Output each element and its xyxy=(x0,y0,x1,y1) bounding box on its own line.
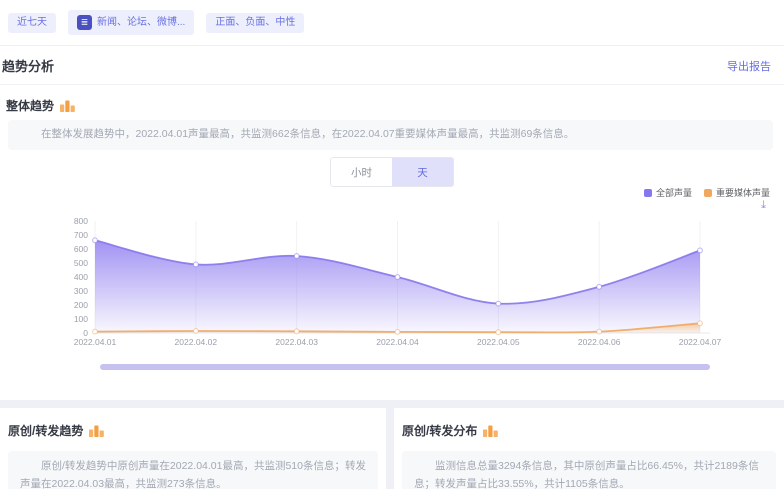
trend-panel: 趋势分析 导出报告 整体趋势 在整体发展趋势中，2022.04.01声量最高，共… xyxy=(0,47,784,400)
trend-area-chart[interactable]: 01002003004005006007008002022.04.012022.… xyxy=(0,203,784,353)
analytics-dashboard: 近七天 ≣ 新闻、论坛、微博... 正面、负面、中性 趋势分析 导出报告 整体趋… xyxy=(0,0,784,489)
original-repost-trend-card: 原创/转发趋势 原创/转发趋势中原创声量在2022.04.01最高，共监测510… xyxy=(0,408,386,489)
legend-label: 全部声量 xyxy=(656,186,692,199)
svg-text:100: 100 xyxy=(74,314,88,324)
legend-swatch-orange xyxy=(704,189,712,197)
legend-item-total-volume[interactable]: 全部声量 xyxy=(644,186,692,199)
chart-datazoom-scrollbar[interactable] xyxy=(100,364,710,370)
filter-chip-label: 近七天 xyxy=(17,18,47,28)
svg-text:2022.04.07: 2022.04.07 xyxy=(679,337,722,347)
bottom-cards-row: 原创/转发趋势 原创/转发趋势中原创声量在2022.04.01最高，共监测510… xyxy=(0,400,784,489)
card-summary: 监测信息总量3294条信息，其中原创声量占比66.45%，共计2189条信息；转… xyxy=(402,451,776,489)
svg-text:2022.04.06: 2022.04.06 xyxy=(578,337,621,347)
podium-icon xyxy=(483,424,498,437)
card-title: 原创/转发分布 xyxy=(402,422,477,439)
original-repost-distribution-card: 原创/转发分布 监测信息总量3294条信息，其中原创声量占比66.45%，共计2… xyxy=(394,408,784,489)
chart-legend: 全部声量 重要媒体声量 xyxy=(644,186,770,199)
panel-title: 趋势分析 xyxy=(2,56,54,75)
card-title: 原创/转发趋势 xyxy=(8,422,83,439)
svg-text:2022.04.04: 2022.04.04 xyxy=(376,337,419,347)
overall-trend-header: 整体趋势 xyxy=(6,97,75,114)
svg-text:500: 500 xyxy=(74,258,88,268)
legend-item-key-media-volume[interactable]: 重要媒体声量 xyxy=(704,186,770,199)
toggle-day-button[interactable]: 天 xyxy=(392,158,453,186)
podium-icon xyxy=(60,99,75,112)
svg-text:2022.04.01: 2022.04.01 xyxy=(74,337,117,347)
podium-icon xyxy=(89,424,104,437)
card-summary: 原创/转发趋势中原创声量在2022.04.01最高，共监测510条信息；转发声量… xyxy=(8,451,378,489)
svg-text:2022.04.03: 2022.04.03 xyxy=(275,337,318,347)
svg-text:400: 400 xyxy=(74,272,88,282)
card-header: 原创/转发趋势 xyxy=(8,422,378,439)
panel-header: 趋势分析 导出报告 xyxy=(0,47,784,85)
granularity-toggle: 小时 天 xyxy=(330,157,454,187)
svg-text:700: 700 xyxy=(74,230,88,240)
legend-swatch-purple xyxy=(644,189,652,197)
filter-bar: 近七天 ≣ 新闻、论坛、微博... 正面、负面、中性 xyxy=(0,0,784,46)
filter-chip-sentiment[interactable]: 正面、负面、中性 xyxy=(206,13,304,33)
svg-text:600: 600 xyxy=(74,244,88,254)
legend-label: 重要媒体声量 xyxy=(716,186,770,199)
export-report-link[interactable]: 导出报告 xyxy=(727,58,771,74)
card-header: 原创/转发分布 xyxy=(402,422,776,439)
svg-text:300: 300 xyxy=(74,286,88,296)
filter-chip-label: 新闻、论坛、微博... xyxy=(97,18,185,28)
svg-text:800: 800 xyxy=(74,216,88,226)
filter-chip-time-range[interactable]: 近七天 xyxy=(8,13,56,33)
svg-text:2022.04.02: 2022.04.02 xyxy=(175,337,218,347)
filter-chip-sources[interactable]: ≣ 新闻、论坛、微博... xyxy=(68,10,194,35)
svg-text:2022.04.05: 2022.04.05 xyxy=(477,337,520,347)
toggle-hour-button[interactable]: 小时 xyxy=(331,158,392,186)
filter-chip-label: 正面、负面、中性 xyxy=(215,18,295,28)
overall-trend-summary: 在整体发展趋势中，2022.04.01声量最高，共监测662条信息，在2022.… xyxy=(8,120,773,150)
source-grid-icon: ≣ xyxy=(77,15,92,30)
overall-trend-title: 整体趋势 xyxy=(6,97,54,114)
svg-text:200: 200 xyxy=(74,300,88,310)
